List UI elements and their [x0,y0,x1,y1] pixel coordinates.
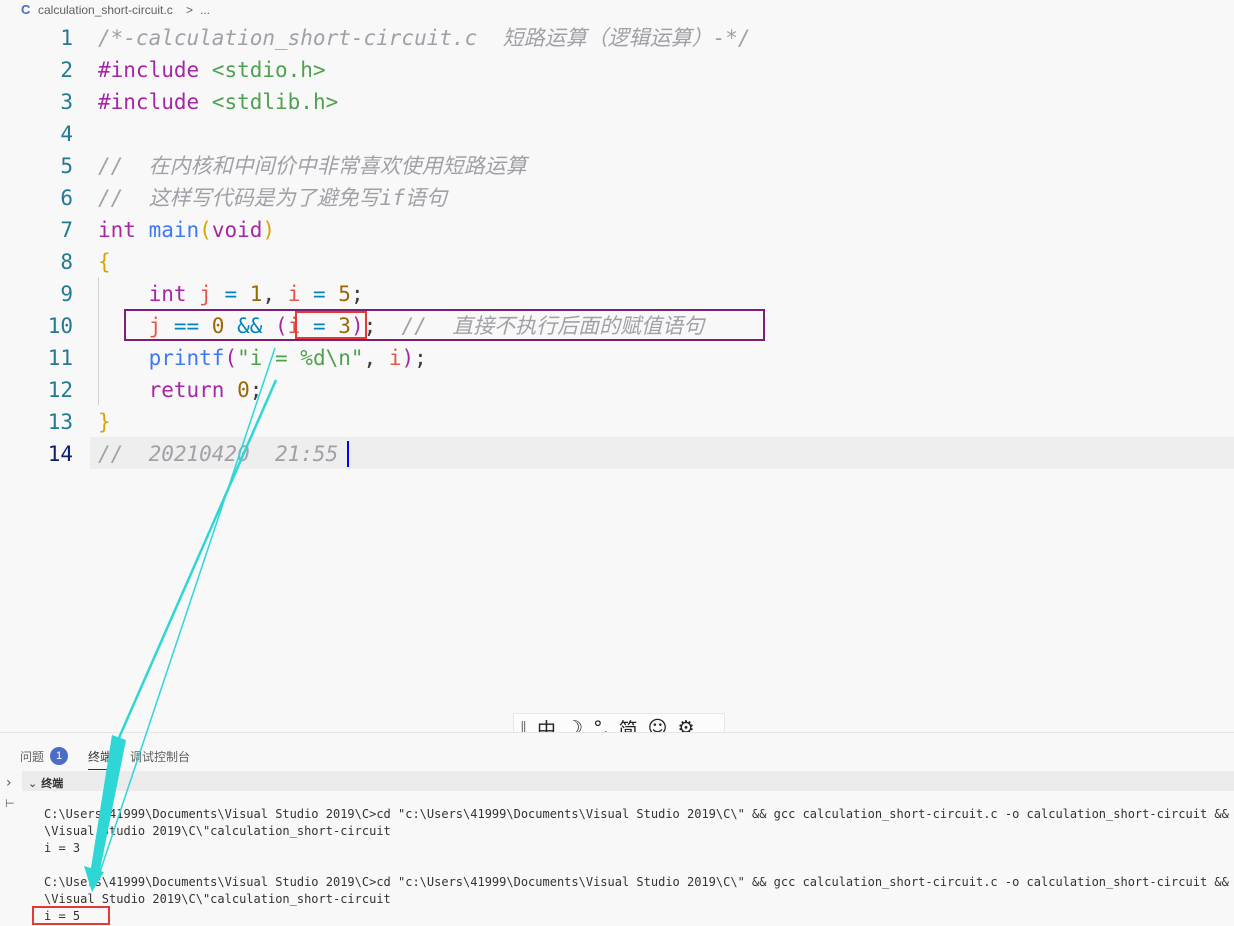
code-line[interactable]: 1 /*-calculation_short-circuit.c 短路运算（逻辑运… [0,22,1234,54]
panel-tabs: 问题 1 终端 调试控制台 [0,733,1234,773]
code-token: return [98,378,238,402]
code-token: } [98,410,111,434]
code-token: , [262,282,288,306]
code-line[interactable]: 13} [0,406,1234,438]
code-line[interactable]: 14 // 20210420 21:55 [0,438,1234,470]
code-text: printf("i = %d\n", i); [98,342,427,374]
line-number: 12 [47,378,73,402]
tab-debug-console[interactable]: 调试控制台 [130,748,190,765]
code-token: printf [98,346,225,370]
annotation-box-assignment [295,311,367,339]
code-token: i [287,282,301,306]
annotation-box-output [32,906,110,925]
code-token: , [363,346,389,370]
code-line[interactable]: 9 int j = 1, i = 5; [0,278,1234,310]
code-line[interactable]: 8{ [0,246,1234,278]
code-token: <stdlib.h> [211,90,339,114]
code-token: = [211,282,250,306]
code-text: #include <stdio.h> [98,54,326,86]
code-line[interactable]: 2 #include <stdio.h> [0,54,1234,86]
code-token: ; [350,282,364,306]
terminal-line: C:\Users\41999\Documents\Visual Studio 2… [44,875,1234,889]
breadcrumb-file[interactable]: calculation_short-circuit.c [38,3,173,17]
line-number: 10 [47,314,73,338]
code-line[interactable]: 11 printf("i = %d\n", i); [0,342,1234,374]
code-token: 0 [237,378,250,402]
c-file-icon: C [21,2,31,17]
line-number: 6 [60,186,73,210]
terminal-line: \Visual Studio 2019\C\"calculation_short… [44,824,391,838]
line-number: 8 [60,250,73,274]
terminal-line: C:\Users\41999\Documents\Visual Studio 2… [44,807,1234,821]
code-token: /*-calculation_short-circuit.c 短路运算（逻辑运算… [98,26,751,50]
code-text: return 0; [98,374,263,406]
code-token: ) [401,346,415,370]
code-text: #include <stdlib.h> [98,86,338,118]
code-token: { [98,250,111,274]
code-line[interactable]: 5 // 在内核和中间价中非常喜欢使用短路运算 [0,150,1234,182]
line-number: 4 [60,122,73,146]
line-number: 3 [60,90,73,114]
code-token: int [98,282,200,306]
code-line[interactable]: 7 int main(void) [0,214,1234,246]
tree-icon[interactable]: ⊢ [5,797,15,810]
text-cursor [347,441,349,467]
breadcrumb-more[interactable]: ... [200,3,210,17]
line-number: 13 [47,410,73,434]
line-number: 14 [47,442,73,466]
code-text: } [98,406,111,438]
line-number: 9 [60,282,73,306]
code-text: // 20210420 21:55 [98,438,338,470]
code-token: "i = %d\n" [237,346,364,370]
code-line[interactable]: 3 #include <stdlib.h> [0,86,1234,118]
annotation-box-line-10 [124,309,765,341]
code-line[interactable]: 6 // 这样写代码是为了避免写if语句 [0,182,1234,214]
code-token: 1 [249,282,263,306]
code-line[interactable]: 12 return 0; [0,374,1234,406]
code-token: ) [262,218,276,242]
code-token: // 这样写代码是为了避免写if语句 [98,186,447,210]
tab-terminal[interactable]: 终端 [88,748,113,770]
code-token: i [388,346,402,370]
code-token: 5 [338,282,351,306]
code-token: ( [199,218,212,242]
breadcrumb: C calculation_short-circuit.c > ... [0,0,1234,22]
panel-side-toolbar: › ⊢ [0,773,22,926]
code-token: <stdio.h> [211,58,326,82]
code-token: void [211,218,263,242]
code-token: j [199,282,212,306]
chevron-down-icon: ⌄ [28,778,38,790]
chevron-right-icon[interactable]: › [6,775,12,791]
code-text: int j = 1, i = 5; [98,278,364,310]
line-number: 11 [47,346,73,370]
code-text: // 这样写代码是为了避免写if语句 [98,182,447,214]
code-token: #include [98,90,212,114]
line-number: 5 [60,154,73,178]
problems-count-badge: 1 [50,747,68,765]
chevron-right-icon: > [186,3,194,17]
code-token: main [148,218,200,242]
code-text: // 在内核和中间价中非常喜欢使用短路运算 [98,150,527,182]
line-number: 1 [60,26,73,50]
line-number: 2 [60,58,73,82]
tab-problems[interactable]: 问题 [20,748,44,765]
terminal-section-title[interactable]: ⌄ 终端 [28,775,63,791]
code-token: // 在内核和中间价中非常喜欢使用短路运算 [98,154,527,178]
code-text: { [98,246,111,278]
terminal-header [22,771,1234,791]
line-number: 7 [60,218,73,242]
code-token: #include [98,58,212,82]
code-token: ; [414,346,427,370]
terminal-line: i = 3 [44,841,81,855]
code-token: // 20210420 21:55 [98,442,339,466]
code-token: ( [224,346,238,370]
code-token: int [98,218,149,242]
code-text: /*-calculation_short-circuit.c 短路运算（逻辑运算… [98,22,751,54]
code-token: = [300,282,339,306]
code-text: int main(void) [98,214,275,246]
code-token: ; [249,378,263,402]
code-line[interactable]: 4 [0,118,1234,150]
